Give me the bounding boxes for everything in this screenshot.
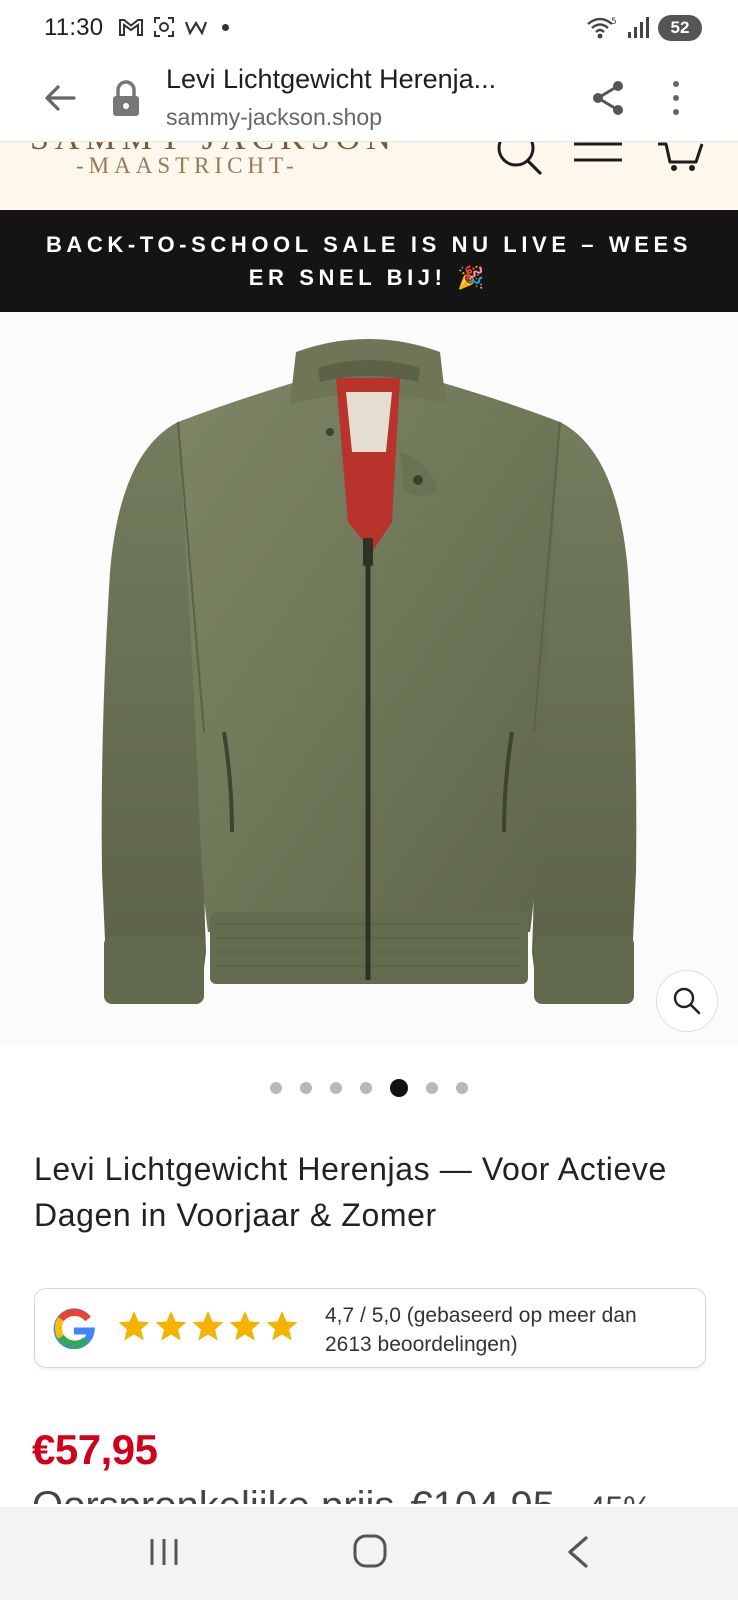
discount-badge: -45%: [577, 1490, 652, 1504]
url-domain[interactable]: sammy-jackson.shop: [166, 104, 382, 131]
status-bar: 11:30 5 52: [0, 0, 738, 56]
sale-price: €57,95: [32, 1426, 158, 1473]
battery-indicator: 52: [658, 15, 702, 41]
star-icon: [118, 1311, 150, 1341]
jacket-image[interactable]: [0, 312, 738, 1046]
announcement-bar[interactable]: BACK-TO-SCHOOL SALE IS NU LIVE – WEES ER…: [0, 210, 738, 312]
compare-price: €104,95: [410, 1490, 555, 1504]
wifi-icon: 5: [587, 17, 617, 39]
nav-back-icon[interactable]: [564, 1535, 592, 1569]
google-logo-icon: [53, 1308, 95, 1349]
hamburger-menu-icon[interactable]: [572, 142, 624, 172]
recent-apps-icon[interactable]: [146, 1537, 182, 1567]
more-vert-icon[interactable]: [664, 78, 688, 118]
status-time: 11:30: [44, 14, 104, 41]
rating-text: 4,7 / 5,0 (gebaseerd op meer dan 2613 be…: [325, 1304, 637, 1356]
zoom-button[interactable]: [656, 970, 718, 1032]
system-icons: 5 52: [586, 14, 702, 42]
notification-icons: [118, 14, 229, 40]
carousel-dot[interactable]: [390, 1079, 408, 1097]
carousel-dot[interactable]: [300, 1082, 312, 1094]
logo-subtitle[interactable]: -MAASTRICHT-: [76, 153, 299, 179]
signal-icon: [628, 17, 649, 38]
carousel-dot[interactable]: [426, 1082, 438, 1094]
share-icon[interactable]: [588, 78, 628, 118]
carousel-dot[interactable]: [360, 1082, 372, 1094]
more-notifications-dot: [222, 23, 229, 31]
star-icon: [229, 1311, 261, 1341]
gmail-icon: [119, 19, 143, 36]
browser-url-bar: Levi Lichtgewicht Herenja... sammy-jacks…: [0, 56, 738, 142]
site-header: SAMMY JACKSON -MAASTRICHT-: [0, 142, 738, 210]
svg-text:5: 5: [611, 17, 617, 27]
screenshot-icon: [154, 17, 174, 37]
home-icon[interactable]: [352, 1533, 388, 1569]
lock-icon[interactable]: [110, 80, 142, 118]
page-title[interactable]: Levi Lichtgewicht Herenja...: [166, 64, 558, 95]
zoom-magnifier-icon: [673, 987, 701, 1015]
carousel-dot[interactable]: [270, 1082, 282, 1094]
carousel-dot[interactable]: [330, 1082, 342, 1094]
star-icon: [266, 1311, 298, 1341]
search-icon[interactable]: [496, 142, 544, 176]
carousel-dots: [0, 1078, 738, 1098]
compare-price-row: Oorspronkelijke prijs €104,95 -45%: [32, 1490, 732, 1504]
star-rating: [117, 1309, 299, 1343]
w-app-icon: [184, 20, 208, 36]
back-arrow-icon[interactable]: [40, 78, 80, 118]
product-image-gallery[interactable]: [0, 312, 738, 1046]
star-icon: [192, 1311, 224, 1341]
product-title: Levi Lichtgewicht Herenjas — Voor Actiev…: [34, 1151, 667, 1233]
carousel-dot[interactable]: [456, 1082, 468, 1094]
cart-icon[interactable]: [656, 142, 706, 178]
compare-label: Oorspronkelijke prijs: [32, 1490, 394, 1504]
star-icon: [155, 1311, 187, 1341]
announcement-text: BACK-TO-SCHOOL SALE IS NU LIVE – WEES ER…: [45, 232, 693, 290]
rating-card: 4,7 / 5,0 (gebaseerd op meer dan 2613 be…: [34, 1288, 706, 1368]
system-nav-bar: [0, 1507, 738, 1600]
